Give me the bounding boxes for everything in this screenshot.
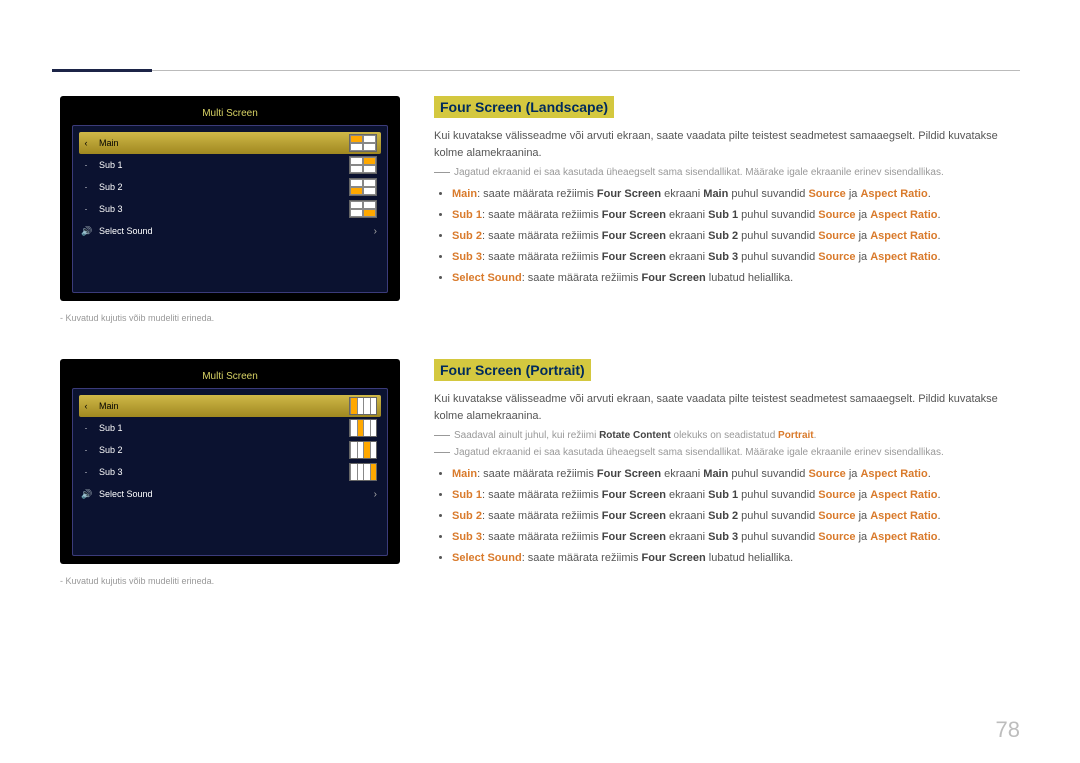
sound-icon: 🔊: [81, 489, 91, 500]
dash-icon: [434, 452, 450, 453]
osd-side-label: ↩ Return: [404, 174, 448, 187]
heading-landscape: Four Screen (Landscape): [434, 96, 614, 118]
figure-caption: - Kuvatud kujutis võib mudeliti erineda.: [60, 313, 400, 323]
bullet-list: Main: saate määrata režiimis Four Screen…: [452, 464, 1020, 568]
osd-column: Multi Screen ‹ Main ·Sub 1 ·Sub 2: [60, 96, 400, 323]
divider-accent: [52, 69, 152, 72]
heading-portrait: Four Screen (Portrait): [434, 359, 591, 381]
note-line-availability: Saadaval ainult juhul, kui režiimi Rotat…: [434, 430, 1020, 441]
note-line: Jagatud ekraanid ei saa kasutada üheaegs…: [434, 167, 1020, 178]
osd-label: Select Sound: [99, 489, 153, 499]
text-column: Four Screen (Portrait) Kui kuvatakse väl…: [434, 359, 1020, 586]
osd-label: Main: [99, 138, 119, 148]
dash-icon: [434, 172, 450, 173]
dash-icon: [434, 435, 450, 436]
osd-label: Sub 1: [99, 160, 123, 170]
bullet-sub2: Sub 2: saate määrata režiimis Four Scree…: [452, 226, 1020, 247]
osd-row-sub3: ·Sub 3: [79, 461, 381, 483]
note-line: Jagatud ekraanid ei saa kasutada üheaegs…: [434, 447, 1020, 458]
bullet-main: Main: saate määrata režiimis Four Screen…: [452, 464, 1020, 485]
bullet-sub3: Sub 3: saate määrata režiimis Four Scree…: [452, 247, 1020, 268]
layout-landscape-sub3-icon: [349, 200, 377, 218]
osd-label: Sub 1: [99, 423, 123, 433]
section-portrait: Multi Screen ‹ Main ·Sub 1 ·Sub 2: [60, 359, 1020, 586]
osd-panel: ‹ Main ·Sub 1 ·Sub 2 ·Sub 3: [72, 388, 388, 556]
chevron-left-icon: ‹: [81, 138, 91, 148]
chevron-right-icon: ›: [374, 489, 377, 500]
osd-side-label: ↩ Return: [404, 437, 448, 450]
page-number: 78: [996, 717, 1020, 743]
layout-portrait-sub3-icon: [349, 463, 377, 481]
bullet-sound: Select Sound: saate määrata režiimis Fou…: [452, 548, 1020, 569]
osd-screenshot-landscape: Multi Screen ‹ Main ·Sub 1 ·Sub 2: [60, 96, 400, 301]
layout-portrait-main-icon: [349, 397, 377, 415]
osd-row-sound: 🔊 Select Sound ›: [79, 483, 381, 505]
section-landscape: Multi Screen ‹ Main ·Sub 1 ·Sub 2: [60, 96, 1020, 323]
text-column: Four Screen (Landscape) Kui kuvatakse vä…: [434, 96, 1020, 323]
osd-row-sound: 🔊 Select Sound ›: [79, 220, 381, 242]
sound-icon: 🔊: [81, 226, 91, 237]
bullet-sub3: Sub 3: saate määrata režiimis Four Scree…: [452, 527, 1020, 548]
bullet-sub2: Sub 2: saate määrata režiimis Four Scree…: [452, 506, 1020, 527]
intro-text: Kui kuvatakse välisseadme või arvuti ekr…: [434, 128, 1020, 161]
osd-label: Main: [99, 401, 119, 411]
bullet-main: Main: saate määrata režiimis Four Screen…: [452, 184, 1020, 205]
page: Multi Screen ‹ Main ·Sub 1 ·Sub 2: [0, 0, 1080, 763]
divider: [52, 70, 1020, 71]
bullet-sub1: Sub 1: saate määrata režiimis Four Scree…: [452, 205, 1020, 226]
osd-label: Sub 2: [99, 445, 123, 455]
layout-landscape-sub2-icon: [349, 178, 377, 196]
osd-row-main: ‹ Main: [79, 395, 381, 417]
layout-portrait-sub2-icon: [349, 441, 377, 459]
osd-screenshot-portrait: Multi Screen ‹ Main ·Sub 1 ·Sub 2: [60, 359, 400, 564]
chevron-left-icon: ‹: [81, 401, 91, 411]
osd-row-sub1: ·Sub 1: [79, 154, 381, 176]
osd-row-sub2: ·Sub 2: [79, 176, 381, 198]
osd-label: Select Sound: [99, 226, 153, 236]
osd-label: Sub 3: [99, 467, 123, 477]
bullet-sub1: Sub 1: saate määrata režiimis Four Scree…: [452, 485, 1020, 506]
osd-row-main: ‹ Main: [79, 132, 381, 154]
osd-panel: ‹ Main ·Sub 1 ·Sub 2 ·Sub 3: [72, 125, 388, 293]
osd-label: Sub 2: [99, 182, 123, 192]
osd-title: Multi Screen: [72, 106, 388, 125]
bullet-list: Main: saate määrata režiimis Four Screen…: [452, 184, 1020, 288]
osd-row-sub3: ·Sub 3: [79, 198, 381, 220]
figure-caption: - Kuvatud kujutis võib mudeliti erineda.: [60, 576, 400, 586]
intro-text: Kui kuvatakse välisseadme või arvuti ekr…: [434, 391, 1020, 424]
layout-landscape-main-icon: [349, 134, 377, 152]
osd-title: Multi Screen: [72, 369, 388, 388]
osd-row-sub1: ·Sub 1: [79, 417, 381, 439]
osd-column: Multi Screen ‹ Main ·Sub 1 ·Sub 2: [60, 359, 400, 586]
osd-row-sub2: ·Sub 2: [79, 439, 381, 461]
bullet-sound: Select Sound: saate määrata režiimis Fou…: [452, 268, 1020, 289]
layout-landscape-sub1-icon: [349, 156, 377, 174]
chevron-right-icon: ›: [374, 226, 377, 237]
layout-portrait-sub1-icon: [349, 419, 377, 437]
osd-label: Sub 3: [99, 204, 123, 214]
